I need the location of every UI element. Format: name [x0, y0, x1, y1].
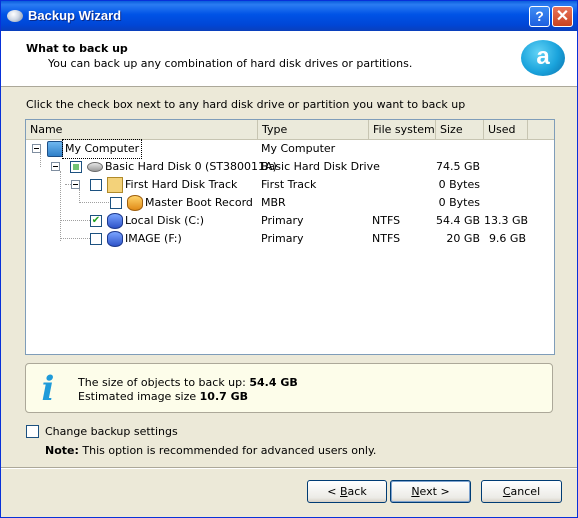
size-value: 54.4 GB — [249, 376, 298, 389]
disk-tree-table[interactable]: Name Type File system Size Used My Compu… — [25, 119, 555, 355]
row-checkbox[interactable] — [110, 197, 122, 209]
row-used: 9.6 GB — [488, 232, 526, 245]
column-header-file-system[interactable]: File system — [369, 120, 436, 140]
row-checkbox[interactable]: ✔ — [90, 215, 102, 227]
row-used: 13.3 GB — [484, 214, 529, 227]
table-row[interactable]: First Hard Disk Track First Track 0 Byte… — [26, 176, 554, 194]
row-size: 0 Bytes — [438, 196, 480, 209]
footer-separator — [1, 467, 577, 469]
back-button[interactable]: < Back — [307, 480, 387, 503]
page-subtitle: You can back up any combination of hard … — [48, 57, 413, 70]
column-header-type[interactable]: Type — [258, 120, 369, 140]
row-type: Basic Hard Disk Drive — [261, 160, 380, 173]
back-mnemonic: B — [340, 485, 348, 498]
change-settings-checkbox[interactable] — [26, 425, 39, 438]
row-size: 54.4 GB — [436, 214, 481, 227]
row-checkbox[interactable] — [90, 233, 102, 245]
table-row[interactable]: Master Boot Record MBR 0 Bytes — [26, 194, 554, 212]
row-checkbox[interactable] — [70, 161, 82, 173]
instruction-text: Click the check box next to any hard dis… — [26, 98, 466, 111]
cancel-mnemonic: C — [502, 485, 511, 498]
column-header-size[interactable]: Size — [436, 120, 484, 140]
row-size: 0 Bytes — [438, 178, 480, 191]
size-info: The size of objects to back up: 54.4 GB — [78, 376, 298, 389]
help-button[interactable]: ? — [529, 6, 550, 27]
partition-icon — [107, 231, 123, 247]
row-name: Local Disk (C:) — [125, 214, 205, 227]
table-header: Name Type File system Size Used — [26, 120, 554, 140]
row-type: Primary — [261, 214, 304, 227]
row-type: First Track — [261, 178, 317, 191]
mbr-icon — [127, 195, 143, 211]
table-row[interactable]: Basic Hard Disk 0 (ST380011A) Basic Hard… — [26, 158, 554, 176]
table-row[interactable]: ✔ Local Disk (C:) Primary NTFS 54.4 GB 1… — [26, 212, 554, 230]
image-info: Estimated image size 10.7 GB — [78, 390, 248, 403]
next-mnemonic: N — [411, 485, 420, 498]
collapse-icon[interactable] — [51, 162, 60, 171]
row-type: My Computer — [261, 142, 336, 155]
page-title: What to back up — [26, 42, 128, 55]
row-file-system: NTFS — [372, 232, 401, 245]
wizard-header: What to back up You can back up any comb… — [1, 31, 577, 87]
title-bar[interactable]: Backup Wizard ? ✕ — [1, 1, 577, 31]
row-name: First Hard Disk Track — [125, 178, 238, 191]
collapse-icon[interactable] — [32, 144, 41, 153]
collapse-icon[interactable] — [71, 180, 80, 189]
row-name: Master Boot Record — [145, 196, 253, 209]
row-size: 74.5 GB — [436, 160, 481, 173]
next-rest: ext > — [419, 485, 450, 498]
table-row[interactable]: My Computer My Computer — [26, 139, 554, 159]
brand-logo-icon: a — [521, 40, 565, 76]
partition-icon — [107, 213, 123, 229]
row-file-system: NTFS — [372, 214, 401, 227]
hard-disk-icon — [87, 162, 103, 172]
column-header-used[interactable]: Used — [484, 120, 528, 140]
back-rest: ack — [347, 485, 367, 498]
cancel-button[interactable]: Cancel — [481, 480, 562, 503]
track-icon — [107, 177, 123, 193]
row-name: My Computer — [61, 139, 143, 159]
cancel-rest: ancel — [510, 485, 541, 498]
row-size: 20 GB — [446, 232, 480, 245]
computer-icon — [47, 141, 63, 157]
info-panel: i The size of objects to back up: 54.4 G… — [25, 363, 553, 413]
backup-wizard-window: Backup Wizard ? ✕ What to back up You ca… — [0, 0, 578, 518]
table-row[interactable]: IMAGE (F:) Primary NTFS 20 GB 9.6 GB — [26, 230, 554, 248]
image-label: Estimated image size — [78, 390, 197, 403]
app-icon — [7, 10, 23, 22]
size-label: The size of objects to back up: — [78, 376, 246, 389]
row-checkbox[interactable] — [90, 179, 102, 191]
row-type: MBR — [261, 196, 286, 209]
window-title: Backup Wizard — [28, 8, 122, 23]
info-icon: i — [41, 369, 55, 409]
note-text: This option is recommended for advanced … — [82, 444, 377, 457]
column-header-name[interactable]: Name — [26, 120, 258, 140]
change-settings-label[interactable]: Change backup settings — [45, 425, 178, 438]
back-prefix: < — [327, 485, 340, 498]
row-name: Basic Hard Disk 0 (ST380011A) — [105, 160, 277, 173]
settings-note: Note: This option is recommended for adv… — [45, 444, 376, 457]
next-button[interactable]: Next > — [390, 480, 471, 503]
image-value: 10.7 GB — [199, 390, 249, 403]
row-name: IMAGE (F:) — [125, 232, 182, 245]
note-label: Note: — [45, 444, 79, 457]
close-button[interactable]: ✕ — [552, 6, 573, 27]
row-type: Primary — [261, 232, 304, 245]
